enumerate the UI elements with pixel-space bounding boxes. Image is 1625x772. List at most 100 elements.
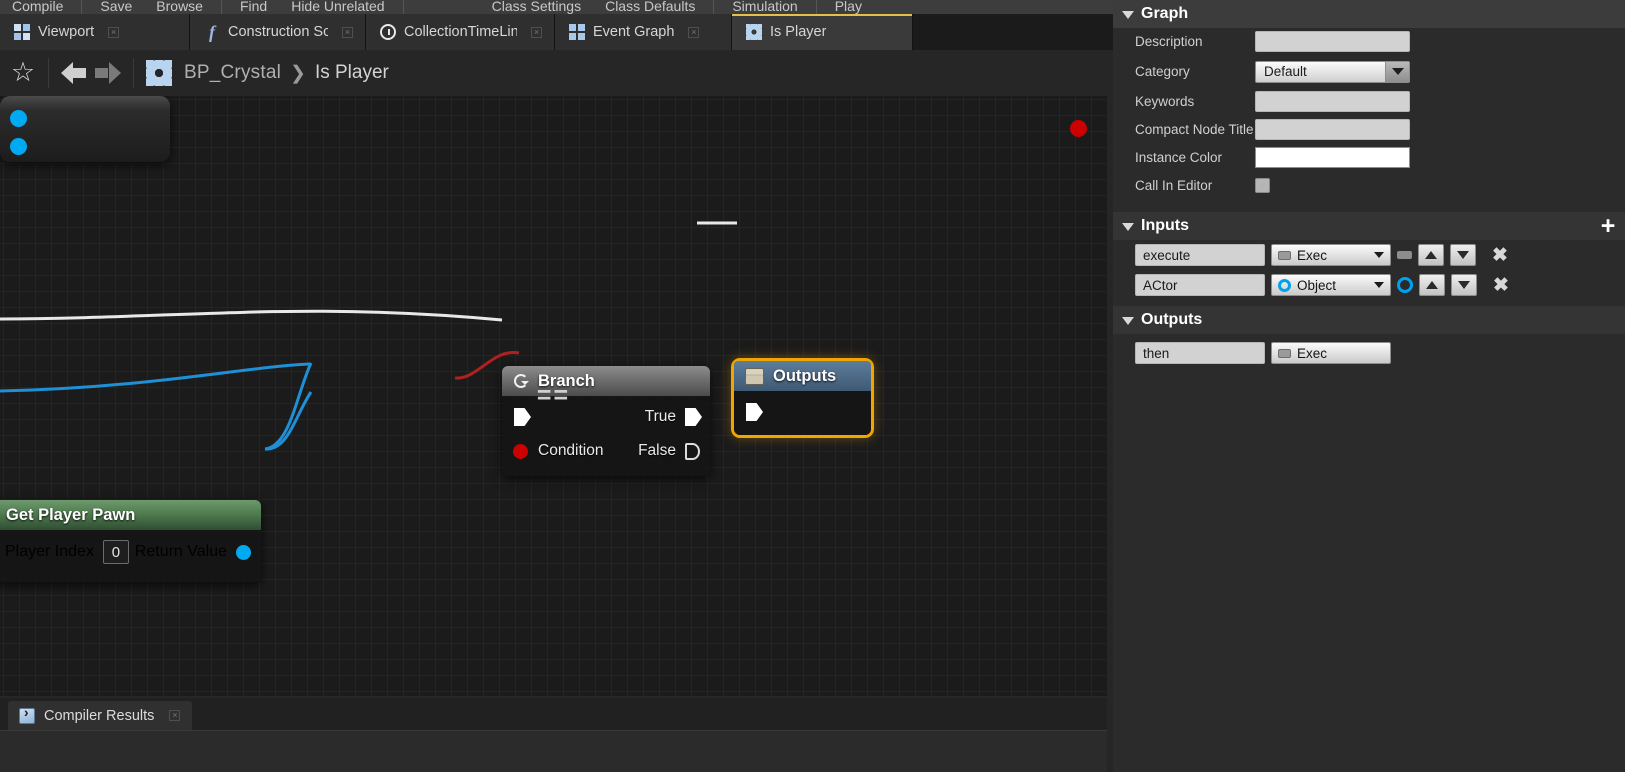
main-toolbar: Compile Save Browse Find Hide Unrelated … xyxy=(0,0,1113,14)
close-icon[interactable] xyxy=(342,26,353,38)
move-input-up-button[interactable] xyxy=(1418,244,1444,266)
move-input-down-button[interactable] xyxy=(1450,244,1476,266)
equality-input-pin-a[interactable] xyxy=(10,110,27,127)
toolbar-divider xyxy=(815,0,817,14)
toolbar-button-class-defaults[interactable]: Class Defaults xyxy=(593,0,707,14)
input-type-dropdown[interactable]: Exec xyxy=(1271,244,1391,266)
remove-input-button[interactable]: ✖ xyxy=(1492,244,1508,267)
category-dropdown[interactable]: Default xyxy=(1255,60,1410,83)
toolbar-button-hide-unrelated[interactable]: Hide Unrelated xyxy=(279,0,396,14)
pin-label-player-index: Player Index xyxy=(5,543,94,560)
function-icon: f xyxy=(209,22,215,42)
input-type-dropdown[interactable]: Object xyxy=(1271,274,1391,296)
chevron-down-icon xyxy=(1374,252,1384,258)
instance-color-swatch[interactable] xyxy=(1255,147,1410,168)
breadcrumb-separator-icon: ❯ xyxy=(290,62,306,84)
node-equality[interactable]: == xyxy=(0,96,1087,410)
call-in-editor-checkbox[interactable] xyxy=(1255,178,1270,193)
toolbar-button-browse[interactable]: Browse xyxy=(144,0,215,14)
compact-node-title-input[interactable] xyxy=(1255,119,1410,140)
input-name-field[interactable]: execute xyxy=(1135,244,1265,266)
toolbar-button-compile[interactable]: Compile xyxy=(0,0,75,14)
input-type-value: Object xyxy=(1297,277,1337,293)
add-input-button[interactable]: + xyxy=(1591,212,1625,240)
chevron-down-icon[interactable] xyxy=(1385,61,1409,82)
close-icon[interactable] xyxy=(688,26,700,38)
property-label: Category xyxy=(1135,64,1190,79)
compiler-results-output xyxy=(0,730,1107,772)
exec-input-pin[interactable] xyxy=(746,403,763,421)
node-body: Player Index 0 Return Value xyxy=(0,530,261,582)
favorite-star-icon[interactable]: ☆ xyxy=(10,59,36,86)
section-title: Graph xyxy=(1141,5,1189,22)
blueprint-graph-canvas[interactable]: Zoom 1:1 Branch True xyxy=(0,96,1107,696)
tab-event-graph[interactable]: Event Graph xyxy=(555,14,732,50)
section-title: Outputs xyxy=(1141,311,1203,328)
document-tab-bar: Viewport f Construction Scrip Collection… xyxy=(0,14,1113,50)
section-header-outputs[interactable]: Outputs xyxy=(1113,306,1625,334)
equality-glyph: == xyxy=(536,381,571,410)
return-value-output-pin[interactable] xyxy=(236,544,251,560)
equality-input-pin-b[interactable] xyxy=(10,138,27,155)
chevron-down-icon xyxy=(1122,317,1134,325)
property-row-keywords: Keywords xyxy=(1113,88,1625,116)
output-type-value: Exec xyxy=(1297,345,1328,361)
toolbar-button-play[interactable]: Play xyxy=(823,0,874,14)
toolbar-button-find[interactable]: Find xyxy=(228,0,279,14)
toolbar-divider xyxy=(220,0,222,14)
section-title: Inputs xyxy=(1141,217,1189,234)
property-label: Description xyxy=(1135,34,1203,49)
exec-pin-icon xyxy=(1278,250,1291,260)
output-type-dropdown[interactable]: Exec xyxy=(1271,342,1391,364)
pin-label-true: True xyxy=(644,408,676,425)
tab-label: Compiler Results xyxy=(44,707,155,724)
input-argument-row: execute Exec ✖ xyxy=(1113,240,1625,270)
node-branch[interactable]: Branch True Condition False xyxy=(502,366,710,476)
exec-input-pin[interactable] xyxy=(514,408,531,426)
close-icon[interactable] xyxy=(169,710,181,721)
blueprint-watermark: BLUEPRINT xyxy=(735,689,1107,696)
tab-collection-timeline[interactable]: CollectionTimeLin xyxy=(366,14,555,50)
breadcrumb-root[interactable]: BP_Crystal xyxy=(184,62,281,84)
tab-label: Viewport xyxy=(38,24,95,40)
section-header-graph[interactable]: Graph xyxy=(1113,0,1625,28)
tab-viewport[interactable]: Viewport xyxy=(0,14,190,50)
toolbar-divider xyxy=(402,0,404,14)
node-get-player-pawn[interactable]: Get Player Pawn Player Index 0 Return Va… xyxy=(0,500,261,582)
remove-input-button[interactable]: ✖ xyxy=(1493,274,1509,297)
property-label: Instance Color xyxy=(1135,150,1223,165)
keywords-input[interactable] xyxy=(1255,91,1410,112)
output-argument-row: then Exec xyxy=(1113,338,1625,368)
tab-is-player[interactable]: Is Player xyxy=(732,14,913,50)
tab-label: Construction Scrip xyxy=(228,24,328,40)
equality-output-pin[interactable] xyxy=(1070,120,1087,137)
exec-output-pin-false[interactable] xyxy=(685,442,700,460)
pin-label-return-value: Return Value xyxy=(134,543,227,560)
viewport-icon xyxy=(14,24,30,40)
forward-arrow-icon[interactable] xyxy=(91,61,121,85)
section-header-inputs[interactable]: Inputs + xyxy=(1113,212,1625,240)
output-name-field[interactable]: then xyxy=(1135,342,1265,364)
clock-icon xyxy=(380,24,396,40)
toolbar-button-simulation[interactable]: Simulation xyxy=(720,0,809,14)
condition-input-pin[interactable] xyxy=(513,443,528,459)
tab-construction-script[interactable]: f Construction Scrip xyxy=(190,14,366,50)
back-arrow-icon[interactable] xyxy=(61,61,91,85)
toolbar-button-class-settings[interactable]: Class Settings xyxy=(480,0,593,14)
unreal-blueprint-editor: Compile Save Browse Find Hide Unrelated … xyxy=(0,0,1625,772)
breadcrumb-leaf[interactable]: Is Player xyxy=(315,62,389,84)
move-input-up-button[interactable] xyxy=(1419,274,1445,296)
move-input-down-button[interactable] xyxy=(1451,274,1477,296)
property-row-compact-node-title: Compact Node Title xyxy=(1113,116,1625,144)
tab-compiler-results[interactable]: Compiler Results xyxy=(8,701,193,730)
property-row-instance-color: Instance Color xyxy=(1113,144,1625,172)
description-input[interactable] xyxy=(1255,31,1410,52)
toolbar-button-save[interactable]: Save xyxy=(88,0,144,14)
node-outputs[interactable]: Outputs xyxy=(731,358,874,438)
close-icon[interactable] xyxy=(531,26,542,38)
close-icon[interactable] xyxy=(108,26,120,38)
exec-output-pin-true[interactable] xyxy=(685,408,702,426)
player-index-input[interactable]: 0 xyxy=(102,540,129,564)
input-type-value: Exec xyxy=(1297,247,1328,263)
input-name-field[interactable]: ACtor xyxy=(1135,274,1265,296)
